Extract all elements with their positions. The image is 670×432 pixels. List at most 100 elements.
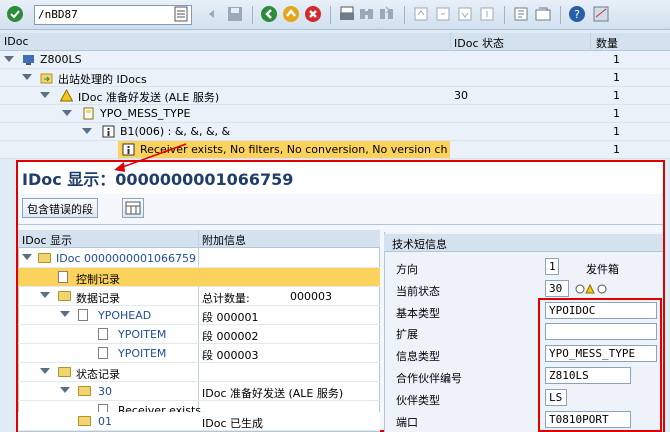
tree-col-header-info[interactable]: 附加信息 — [202, 232, 246, 248]
tree-node-status-01[interactable]: 01 IDoc 已生成 — [18, 412, 380, 431]
tree-node-status-30[interactable]: 30 IDoc 准备好发送 (ALE 服务) — [18, 382, 380, 401]
exit-icon[interactable] — [282, 5, 300, 23]
info-icon — [102, 125, 115, 138]
tree-node-info: 段 000001 — [202, 311, 259, 324]
first-page-icon[interactable] — [412, 5, 430, 23]
count-value: 1 — [613, 89, 620, 102]
tree-node-ypoitem[interactable]: YPOITEM 段 000003 — [18, 344, 380, 363]
count-value: 1 — [613, 143, 620, 156]
tree-row-segment[interactable]: B1(006) : &, &, &, & 1 — [0, 123, 670, 141]
tree-col-header-display[interactable]: IDoc 显示 — [22, 232, 72, 248]
tree-node-label: 30 — [98, 385, 112, 398]
folder-icon — [78, 416, 91, 426]
tree-row-partner[interactable]: Z800LS 1 — [0, 51, 670, 69]
save-icon[interactable] — [226, 5, 244, 23]
direction-label: 方向 — [396, 263, 418, 276]
port-label: 端口 — [396, 416, 418, 429]
expand-icon[interactable] — [60, 387, 70, 393]
idoc-column-header[interactable]: IDoc — [4, 35, 29, 48]
enter-check-icon[interactable] — [6, 5, 24, 23]
previous-page-icon[interactable] — [434, 5, 452, 23]
tree-node-ypoitem[interactable]: YPOITEM 段 000002 — [18, 325, 380, 344]
command-history-icon[interactable] — [174, 6, 188, 22]
tree-row-receiver[interactable]: Receiver exists, No filters, No conversi… — [0, 141, 670, 159]
expand-icon[interactable] — [4, 56, 14, 62]
status-column-header[interactable]: IDoc 状态 — [454, 35, 504, 51]
tree-label: IDoc 准备好发送 (ALE 服务) — [78, 91, 220, 104]
extension-label: 扩展 — [396, 328, 418, 341]
document-icon — [78, 309, 88, 321]
last-page-icon[interactable] — [478, 5, 496, 23]
tree-row-message-type[interactable]: YPO_MESS_TYPE 1 — [0, 105, 670, 123]
document-icon — [98, 347, 108, 359]
tree-label: YPO_MESS_TYPE — [100, 107, 191, 120]
toolbar: /nBD87 ? — [0, 0, 670, 30]
status-lights-icon — [574, 283, 610, 295]
title-prefix: IDoc 显示： — [22, 170, 116, 189]
folder-icon — [58, 367, 71, 377]
next-page-icon[interactable] — [456, 5, 474, 23]
document-icon — [98, 328, 108, 340]
tree-node-info: 总计数量: — [202, 292, 250, 305]
tree-row-outbound[interactable]: 出站处理的 IDocs 1 — [0, 69, 670, 87]
expand-icon[interactable] — [60, 311, 70, 317]
expand-icon[interactable] — [82, 128, 92, 134]
print-icon[interactable] — [338, 5, 356, 23]
partner-number-label: 合作伙伴编号 — [396, 372, 462, 385]
status-label: 当前状态 — [396, 285, 440, 298]
folder-icon — [78, 386, 91, 396]
help-icon[interactable]: ? — [568, 5, 586, 23]
expand-icon[interactable] — [22, 74, 32, 80]
layout-icon — [125, 201, 141, 215]
count-value: 1 — [613, 125, 620, 138]
count-column-header[interactable]: 数量 — [596, 35, 618, 51]
command-field[interactable]: /nBD87 — [34, 5, 192, 25]
folder-icon — [38, 253, 51, 263]
upper-header: IDoc IDoc 状态 数量 — [0, 33, 670, 51]
tree-row-status[interactable]: IDoc 准备好发送 (ALE 服务) 30 1 — [0, 87, 670, 105]
warning-triangle-icon — [59, 88, 74, 102]
tree-node-info: IDoc 已生成 — [202, 417, 263, 430]
status-field[interactable]: 30 — [545, 280, 569, 297]
back-icon[interactable] — [260, 5, 278, 23]
tree-layout-button[interactable] — [122, 198, 144, 218]
error-segments-button[interactable]: 包含错误的段 — [22, 198, 98, 218]
annotation-box — [538, 298, 662, 432]
tree-node-label: YPOITEM — [118, 328, 167, 341]
tree-node-control[interactable]: 控制记录 — [18, 268, 380, 287]
expand-icon[interactable] — [22, 254, 32, 260]
tree-label: B1(006) : &, &, &, & — [120, 125, 231, 138]
tree-label: 出站处理的 IDocs — [58, 73, 147, 86]
tree-label: Z800LS — [40, 53, 82, 66]
partner-type-label: 伙伴类型 — [396, 394, 440, 407]
direction-text: 发件箱 — [586, 263, 619, 276]
tree-node-data[interactable]: 数据记录 总计数量: 000003 — [18, 287, 380, 306]
tree-node-info: 段 000003 — [202, 349, 259, 362]
tree-node-info: IDoc 准备好发送 (ALE 服务) — [202, 387, 344, 400]
expand-icon[interactable] — [40, 292, 50, 298]
tree-node-label: 状态记录 — [76, 368, 120, 381]
expand-icon[interactable] — [40, 368, 50, 374]
tree-node-idoc[interactable]: IDoc 0000000001066759 — [18, 249, 380, 268]
tree-node-label: YPOHEAD — [98, 309, 152, 322]
expand-icon[interactable] — [62, 110, 72, 116]
find-icon[interactable] — [358, 5, 376, 23]
expand-icon[interactable] — [40, 92, 50, 98]
direction-field[interactable]: 1 — [545, 258, 559, 275]
back-arrow-icon[interactable] — [206, 5, 224, 23]
tree-node-label: 01 — [98, 415, 112, 428]
cancel-icon[interactable] — [304, 5, 322, 23]
tree-node-status-records[interactable]: 状态记录 — [18, 363, 380, 382]
annotation-arrow — [114, 143, 187, 172]
technical-info-header: 技术短信息 — [392, 238, 447, 251]
tree-node-info: 段 000002 — [202, 330, 259, 343]
shortcut-icon[interactable] — [534, 5, 552, 23]
svg-text:?: ? — [574, 8, 580, 21]
tree-node-ypohead[interactable]: YPOHEAD 段 000001 — [18, 306, 380, 325]
find-next-icon[interactable] — [378, 5, 396, 23]
count-value: 1 — [613, 53, 620, 66]
outbound-folder-icon — [40, 71, 53, 84]
customize-layout-icon[interactable] — [592, 5, 610, 23]
new-session-icon[interactable] — [512, 5, 530, 23]
tree-node-label: IDoc 0000000001066759 — [56, 252, 196, 265]
